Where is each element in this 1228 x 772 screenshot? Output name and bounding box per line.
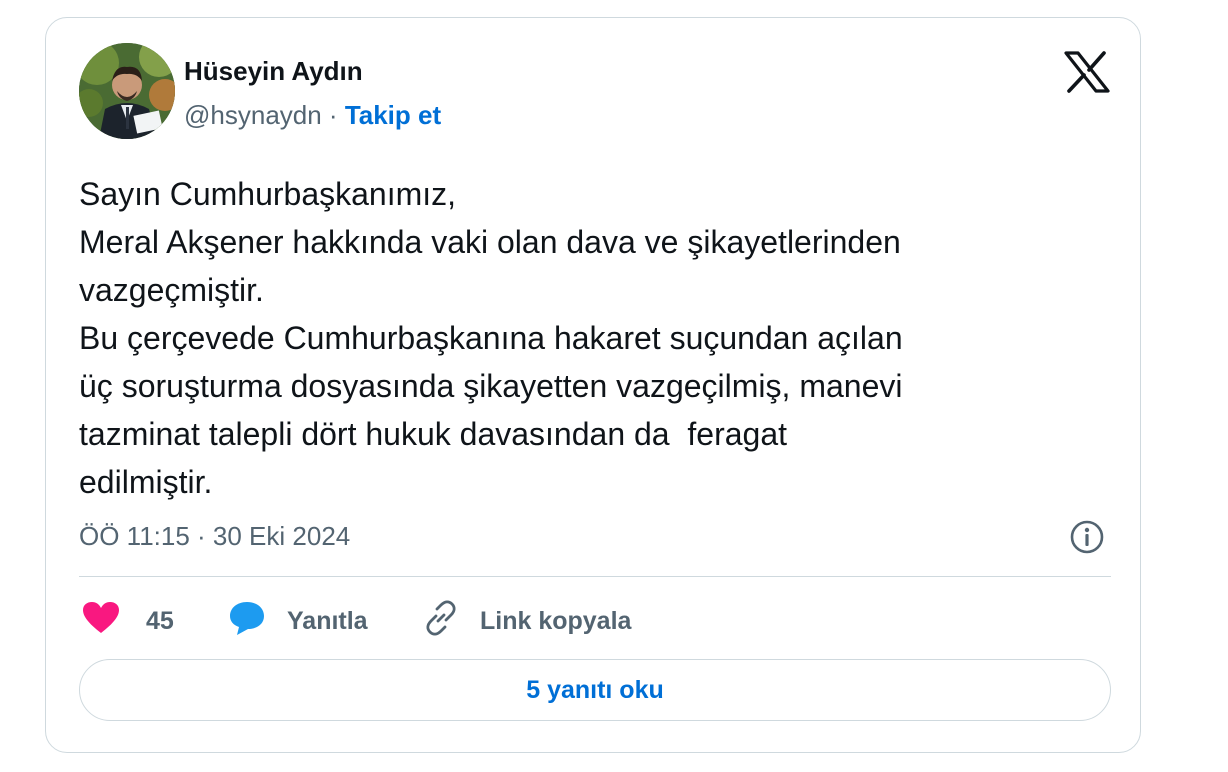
handle-separator: · [321, 100, 345, 130]
heart-icon [82, 601, 120, 642]
tweet-timestamp[interactable]: ÖÖ 11:15 · 30 Eki 2024 [79, 521, 350, 552]
tweet-line: Sayın Cumhurbaşkanımız, [79, 176, 457, 212]
tweet-line: Bu çerçevede Cumhurbaşkanına hakaret suç… [79, 320, 903, 356]
link-icon [422, 599, 460, 644]
tweet-line: tazminat talepli dört hukuk davasından d… [79, 416, 787, 452]
tweet-embed-card: Hüseyin Aydın @hsynaydn · Takip et Sayın… [45, 17, 1141, 753]
copy-link-label: Link kopyala [480, 606, 632, 635]
info-icon[interactable] [1069, 519, 1105, 555]
tweet-line: Meral Akşener hakkında vaki olan dava ve… [79, 224, 901, 260]
copy-link-button[interactable]: Link kopyala [422, 599, 632, 644]
tweet-line: vazgeçmiştir. [79, 272, 264, 308]
avatar[interactable] [79, 43, 175, 139]
speech-bubble-icon [228, 600, 266, 643]
tweet-text: Sayın Cumhurbaşkanımız, Meral Akşener hak… [79, 170, 1119, 506]
reply-button[interactable]: Yanıtla [228, 601, 368, 641]
tweet-line: üç soruşturma dosyasında şikayetten vazg… [79, 368, 903, 404]
author-name[interactable]: Hüseyin Aydın [184, 56, 363, 87]
like-button[interactable]: 45 [82, 601, 174, 641]
follow-link[interactable]: Takip et [345, 100, 441, 130]
reply-label: Yanıtla [287, 606, 368, 635]
like-count: 45 [146, 606, 174, 635]
tweet-line: edilmiştir. [79, 464, 213, 500]
divider [79, 576, 1111, 577]
author-handle-line: @hsynaydn · Takip et [184, 100, 441, 131]
read-replies-button[interactable]: 5 yanıtı oku [79, 659, 1111, 721]
x-logo-icon[interactable] [1064, 51, 1110, 93]
author-handle[interactable]: @hsynaydn [184, 100, 322, 130]
